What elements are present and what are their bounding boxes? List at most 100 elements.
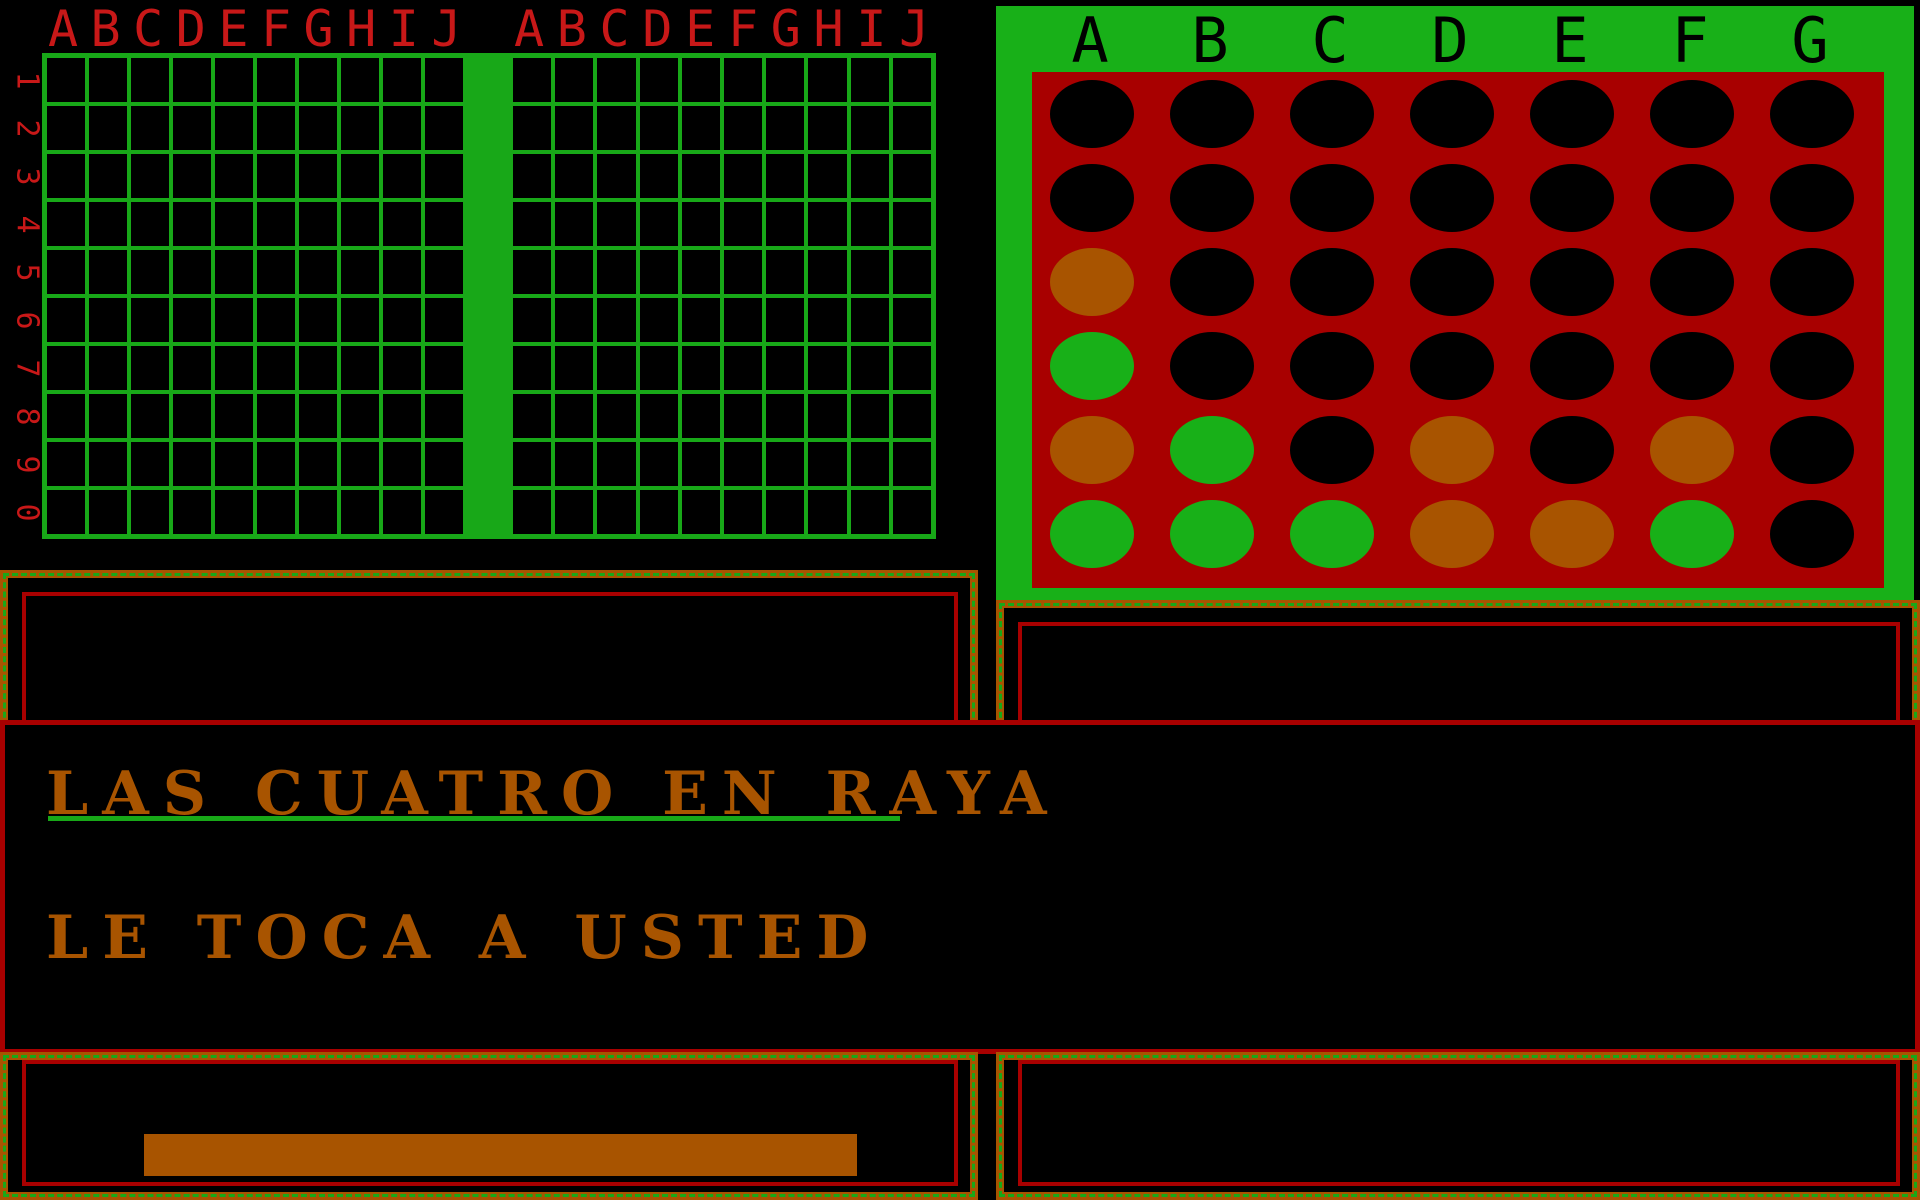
player-grid-cell-f6[interactable] bbox=[255, 296, 297, 344]
opponent-grid-cell-c9[interactable] bbox=[595, 440, 638, 488]
player-grid-cell-b9[interactable] bbox=[87, 440, 129, 488]
player-grid-cell-g2[interactable] bbox=[297, 104, 339, 152]
opponent-grid-cell-i4[interactable] bbox=[848, 200, 891, 248]
opponent-grid-cell-a0[interactable] bbox=[511, 488, 554, 536]
player-grid-cell-c1[interactable] bbox=[129, 56, 171, 104]
opponent-grid-cell-d9[interactable] bbox=[637, 440, 680, 488]
connect-four-column-label-f[interactable]: F bbox=[1650, 10, 1730, 72]
player-grid-cell-c5[interactable] bbox=[129, 248, 171, 296]
player-grid-cell-d3[interactable] bbox=[171, 152, 213, 200]
player-grid-cell-e4[interactable] bbox=[213, 200, 255, 248]
player-grid-cell-a7[interactable] bbox=[45, 344, 87, 392]
connect-four-slot-g2-empty[interactable] bbox=[1770, 416, 1854, 484]
opponent-grid-cell-c3[interactable] bbox=[595, 152, 638, 200]
opponent-grid-cell-b4[interactable] bbox=[553, 200, 596, 248]
player-grid-cell-j4[interactable] bbox=[423, 200, 465, 248]
opponent-grid-cell-g3[interactable] bbox=[764, 152, 807, 200]
player-grid-cell-e8[interactable] bbox=[213, 392, 255, 440]
player-grid-cell-a0[interactable] bbox=[45, 488, 87, 536]
opponent-grid-cell-f3[interactable] bbox=[722, 152, 765, 200]
connect-four-slot-d2-orange[interactable] bbox=[1410, 416, 1494, 484]
opponent-grid-cell-h5[interactable] bbox=[806, 248, 849, 296]
opponent-grid-cell-h4[interactable] bbox=[806, 200, 849, 248]
player-grid-cell-h6[interactable] bbox=[339, 296, 381, 344]
player-grid-cell-a3[interactable] bbox=[45, 152, 87, 200]
connect-four-slot-e2-empty[interactable] bbox=[1530, 416, 1614, 484]
opponent-grid-cell-e2[interactable] bbox=[679, 104, 722, 152]
player-grid-cell-d1[interactable] bbox=[171, 56, 213, 104]
opponent-grid-cell-j1[interactable] bbox=[890, 56, 933, 104]
opponent-grid-cell-d0[interactable] bbox=[637, 488, 680, 536]
opponent-grid-cell-h8[interactable] bbox=[806, 392, 849, 440]
opponent-grid-cell-e0[interactable] bbox=[679, 488, 722, 536]
opponent-grid-cell-h0[interactable] bbox=[806, 488, 849, 536]
player-grid-cell-i9[interactable] bbox=[381, 440, 423, 488]
opponent-grid-cell-j5[interactable] bbox=[890, 248, 933, 296]
connect-four-slot-f2-orange[interactable] bbox=[1650, 416, 1734, 484]
player-grid-cell-j1[interactable] bbox=[423, 56, 465, 104]
opponent-grid-cell-h7[interactable] bbox=[806, 344, 849, 392]
opponent-grid-cell-a1[interactable] bbox=[511, 56, 554, 104]
opponent-grid-cell-h6[interactable] bbox=[806, 296, 849, 344]
player-grid-cell-g6[interactable] bbox=[297, 296, 339, 344]
player-grid-cell-b7[interactable] bbox=[87, 344, 129, 392]
player-grid-cell-c0[interactable] bbox=[129, 488, 171, 536]
opponent-grid-cell-h3[interactable] bbox=[806, 152, 849, 200]
player-grid-cell-a8[interactable] bbox=[45, 392, 87, 440]
opponent-grid-cell-e7[interactable] bbox=[679, 344, 722, 392]
opponent-grid-cell-h2[interactable] bbox=[806, 104, 849, 152]
player-grid-cell-e1[interactable] bbox=[213, 56, 255, 104]
player-grid-cell-j7[interactable] bbox=[423, 344, 465, 392]
player-grid-cell-j9[interactable] bbox=[423, 440, 465, 488]
player-grid-cell-a1[interactable] bbox=[45, 56, 87, 104]
player-grid-cell-i4[interactable] bbox=[381, 200, 423, 248]
opponent-grid-cell-i3[interactable] bbox=[848, 152, 891, 200]
opponent-grid-cell-g6[interactable] bbox=[764, 296, 807, 344]
opponent-grid-cell-c8[interactable] bbox=[595, 392, 638, 440]
connect-four-slot-e4-empty[interactable] bbox=[1530, 248, 1614, 316]
player-grid-cell-g8[interactable] bbox=[297, 392, 339, 440]
player-grid-cell-h7[interactable] bbox=[339, 344, 381, 392]
opponent-grid-cell-g2[interactable] bbox=[764, 104, 807, 152]
connect-four-slot-a3-green[interactable] bbox=[1050, 332, 1134, 400]
player-grid-cell-i5[interactable] bbox=[381, 248, 423, 296]
opponent-grid-cell-a8[interactable] bbox=[511, 392, 554, 440]
player-grid-cell-c8[interactable] bbox=[129, 392, 171, 440]
opponent-grid-cell-e9[interactable] bbox=[679, 440, 722, 488]
connect-four-slot-a6-empty[interactable] bbox=[1050, 80, 1134, 148]
opponent-grid-cell-b3[interactable] bbox=[553, 152, 596, 200]
player-grid-cell-b8[interactable] bbox=[87, 392, 129, 440]
opponent-grid-cell-g0[interactable] bbox=[764, 488, 807, 536]
connect-four-slot-d3-empty[interactable] bbox=[1410, 332, 1494, 400]
opponent-grid-cell-f7[interactable] bbox=[722, 344, 765, 392]
opponent-grid-cell-c4[interactable] bbox=[595, 200, 638, 248]
player-grid-cell-i7[interactable] bbox=[381, 344, 423, 392]
player-grid-cell-j8[interactable] bbox=[423, 392, 465, 440]
opponent-grid-cell-g9[interactable] bbox=[764, 440, 807, 488]
player-grid-cell-f2[interactable] bbox=[255, 104, 297, 152]
connect-four-column-label-c[interactable]: C bbox=[1290, 10, 1370, 72]
opponent-grid-cell-a3[interactable] bbox=[511, 152, 554, 200]
opponent-grid-cell-c1[interactable] bbox=[595, 56, 638, 104]
connect-four-slot-e1-orange[interactable] bbox=[1530, 500, 1614, 568]
opponent-grid-cell-h9[interactable] bbox=[806, 440, 849, 488]
player-grid-cell-a2[interactable] bbox=[45, 104, 87, 152]
player-grid-cell-a6[interactable] bbox=[45, 296, 87, 344]
player-grid-cell-h0[interactable] bbox=[339, 488, 381, 536]
opponent-grid-cell-a6[interactable] bbox=[511, 296, 554, 344]
connect-four-slot-c5-empty[interactable] bbox=[1290, 164, 1374, 232]
connect-four-slot-a5-empty[interactable] bbox=[1050, 164, 1134, 232]
player-grid-cell-h4[interactable] bbox=[339, 200, 381, 248]
player-grid-cell-a9[interactable] bbox=[45, 440, 87, 488]
player-grid-cell-h3[interactable] bbox=[339, 152, 381, 200]
opponent-grid-cell-j4[interactable] bbox=[890, 200, 933, 248]
opponent-grid-cell-i0[interactable] bbox=[848, 488, 891, 536]
player-grid-cell-b2[interactable] bbox=[87, 104, 129, 152]
opponent-grid-cell-i6[interactable] bbox=[848, 296, 891, 344]
opponent-grid-cell-d8[interactable] bbox=[637, 392, 680, 440]
opponent-grid-cell-a5[interactable] bbox=[511, 248, 554, 296]
player-grid-cell-h9[interactable] bbox=[339, 440, 381, 488]
player-grid-cell-c2[interactable] bbox=[129, 104, 171, 152]
player-grid-cell-i2[interactable] bbox=[381, 104, 423, 152]
player-grid-cell-d5[interactable] bbox=[171, 248, 213, 296]
